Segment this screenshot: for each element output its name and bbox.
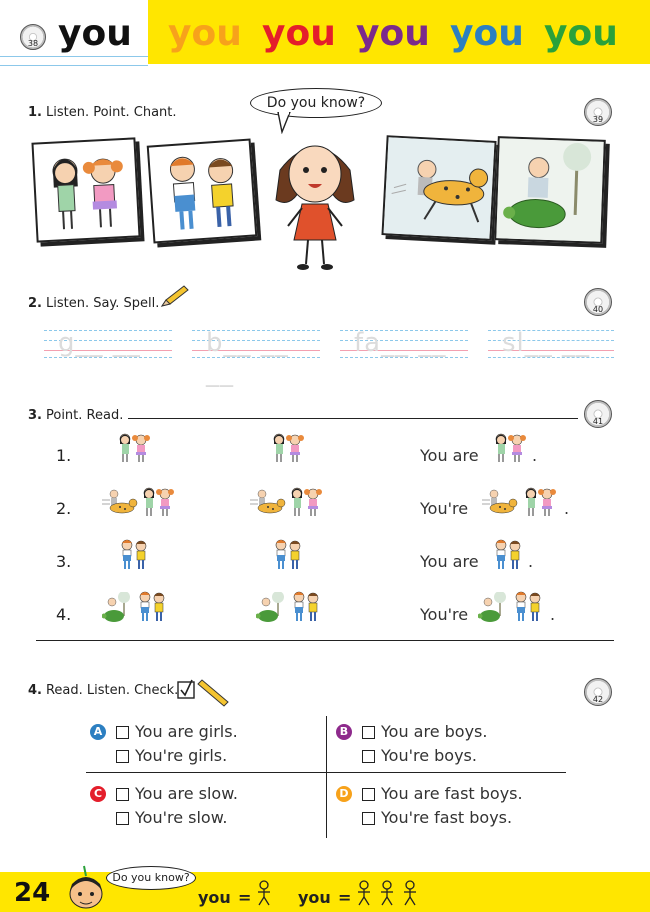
boys-illustration [169, 156, 234, 230]
cd-icon[interactable]: 39 [584, 98, 612, 126]
section1-title: 1. Listen. Point. Chant. [28, 105, 177, 120]
boys-icon [515, 591, 541, 622]
boys-icon [495, 539, 521, 570]
girl-character-illustration [275, 145, 355, 270]
grid-vertical-divider [326, 716, 327, 838]
sentence-text: You're [420, 499, 469, 518]
cheetah-icon [482, 489, 518, 514]
turtle-icon [102, 592, 131, 623]
checkbox[interactable] [362, 750, 375, 763]
cd-icon[interactable]: 41 [584, 400, 612, 428]
stick-figures-group-icon [358, 880, 416, 906]
boys-icon [121, 539, 147, 570]
picture-panel-turtle[interactable] [494, 136, 606, 244]
boys-icon [293, 591, 319, 622]
header-word-main: you [58, 13, 132, 54]
option-a2[interactable]: You're girls. [116, 745, 227, 767]
picture-panel-cheetah[interactable] [381, 135, 497, 241]
trace-line[interactable]: fa__ __ [340, 328, 468, 358]
option-d2[interactable]: You're fast boys. [362, 807, 512, 829]
equation-word: you [298, 888, 331, 907]
checkbox[interactable] [362, 812, 375, 825]
picture-panel-girls[interactable] [31, 137, 141, 243]
checkbox[interactable] [116, 812, 129, 825]
section2-title: 2. Listen. Say. Spell. [28, 296, 160, 311]
cd-icon[interactable]: 42 [584, 678, 612, 706]
sentence-text: You are [420, 552, 479, 571]
header-word-variant-3: you [356, 13, 430, 54]
stick-figure-icon [258, 880, 270, 906]
sentence-period: . [532, 446, 538, 465]
girls-icon [143, 487, 175, 517]
sentence-period: . [564, 499, 570, 518]
option-d1[interactable]: You are fast boys. [362, 783, 523, 805]
row-number: 1. [56, 446, 72, 465]
girls-icon [291, 487, 323, 517]
equation-sign: = [338, 888, 352, 907]
sentence-period: . [550, 605, 556, 624]
girls-illustration [52, 158, 123, 230]
cd-icon[interactable]: 40 [584, 288, 612, 316]
header-word-variant-1: you [168, 13, 242, 54]
checkbox-pencil-icon [177, 679, 229, 707]
sentence-text: You are [420, 446, 479, 465]
checkbox[interactable] [362, 726, 375, 739]
page-number: 24 [14, 878, 51, 908]
girls-icon [119, 433, 151, 463]
row-number: 3. [56, 552, 72, 571]
letter-d-badge: D [336, 786, 352, 802]
girls-icon [495, 433, 527, 463]
section3-rule [128, 418, 578, 419]
checkbox[interactable] [116, 750, 129, 763]
checkbox[interactable] [116, 788, 129, 801]
option-c1[interactable]: You are slow. [116, 783, 238, 805]
boys-icon [275, 539, 301, 570]
trace-line[interactable]: g__ __ [44, 328, 172, 358]
cheetah-icon [102, 489, 138, 514]
option-b1[interactable]: You are boys. [362, 721, 487, 743]
sentence-period: . [528, 552, 534, 571]
cd-icon[interactable]: 38 [20, 24, 46, 50]
checkbox[interactable] [116, 726, 129, 739]
turtle-man-illustration [496, 138, 604, 242]
section3-title: 3. Point. Read. [28, 408, 124, 423]
turtle-icon [256, 592, 285, 623]
letter-c-badge: C [90, 786, 106, 802]
speech-bubble: Do you know? [250, 88, 382, 118]
footer-speech-bubble: Do you know? [106, 866, 196, 890]
grid-horizontal-divider [86, 772, 566, 773]
row-number: 2. [56, 499, 72, 518]
pencil-icon [160, 285, 189, 307]
mascot-icon [69, 865, 103, 909]
option-c2[interactable]: You're slow. [116, 807, 227, 829]
header-word-variant-5: you [544, 13, 618, 54]
header-word-variant-4: you [450, 13, 524, 54]
header-guide-lines [0, 56, 148, 66]
letter-b-badge: B [336, 724, 352, 740]
trace-line[interactable]: b__ __ __ [192, 328, 320, 388]
cheetah-man-illustration [383, 137, 495, 239]
checkbox[interactable] [362, 788, 375, 801]
equation-sign: = [238, 888, 252, 907]
option-b2[interactable]: You're boys. [362, 745, 477, 767]
section3-bottom-rule [36, 640, 614, 641]
sentence-text: You're [420, 605, 469, 624]
option-a1[interactable]: You are girls. [116, 721, 238, 743]
letter-a-badge: A [90, 724, 106, 740]
cheetah-icon [250, 489, 286, 514]
equation-word: you [198, 888, 231, 907]
boys-icon [139, 591, 165, 622]
trace-line[interactable]: sl__ __ [488, 328, 614, 358]
row-number: 4. [56, 605, 72, 624]
section4-title: 4. Read. Listen. Check. [28, 683, 179, 698]
girls-icon [525, 487, 557, 517]
header-word-variant-2: you [262, 13, 336, 54]
turtle-icon [478, 592, 507, 623]
picture-panel-boys[interactable] [146, 138, 258, 244]
girls-icon [273, 433, 305, 463]
